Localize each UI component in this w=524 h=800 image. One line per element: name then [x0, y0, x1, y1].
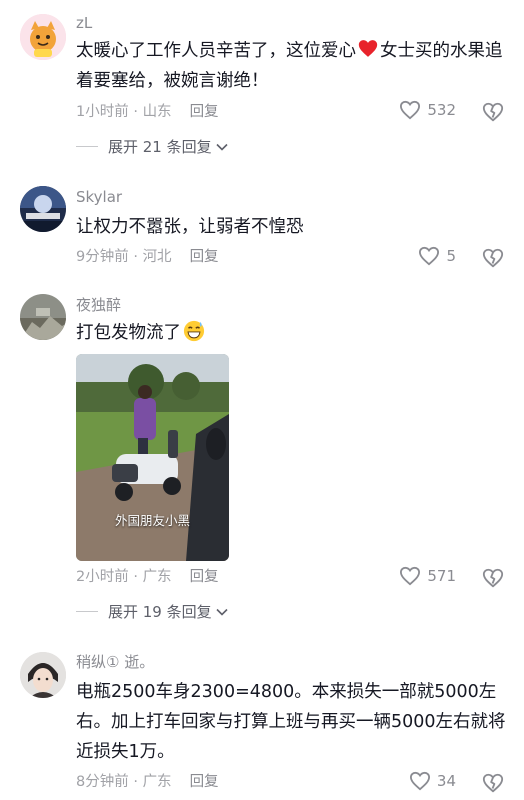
expand-replies-label: 展开 19 条回复 [108, 603, 212, 621]
comment-image[interactable]: 外国朋友小黑 [76, 354, 229, 561]
comment-meta: 9分钟前 · 河北 回复 [76, 249, 219, 265]
expand-replies-button[interactable]: 展开 19 条回复 [76, 601, 228, 622]
reply-button[interactable]: 回复 [190, 249, 219, 265]
comment-item: 稍纵① 逝。 电瓶2500车身2300=4800。本来损失一部就5000左右。加… [0, 640, 524, 800]
comment-username[interactable]: 夜独醉 [76, 296, 121, 314]
like-button[interactable]: 532 [399, 100, 456, 120]
comment-meta: 8分钟前 · 广东 回复 [76, 774, 219, 790]
comment-item: Skylar 让权力不嚣张，让弱者不惶恐 9分钟前 · 河北 回复 5 [0, 180, 524, 280]
expand-replies-label: 展开 21 条回复 [108, 138, 212, 156]
comment-text: 电瓶2500车身2300=4800。本来损失一部就5000左右。加上打车回家与打… [76, 682, 506, 762]
grinning-sweat-emoji [183, 320, 205, 351]
like-count: 34 [436, 772, 456, 790]
comment-text-part: 打包发物流了 [76, 323, 181, 343]
heart-outline-icon [400, 100, 421, 120]
chevron-down-icon [216, 608, 228, 616]
like-button[interactable]: 34 [409, 771, 456, 791]
comment-time: 2小时前 [76, 569, 129, 585]
like-count: 571 [427, 567, 456, 585]
avatar[interactable] [20, 294, 66, 340]
comment-item: zL 太暖心了工作人员辛苦了，这位爱心 女士买的水果追着要塞给，被婉言谢绝！ 1小… [0, 0, 524, 170]
broken-heart-icon[interactable] [482, 567, 504, 589]
comment-footer: 2小时前 · 广东 回复 571 展开 19 条回复 [0, 560, 524, 630]
heart-outline-icon [400, 566, 421, 586]
like-button[interactable]: 5 [418, 246, 456, 266]
avatar[interactable] [20, 186, 66, 232]
comment-time: 9分钟前 [76, 249, 129, 265]
image-caption: 外国朋友小黑 [114, 513, 190, 528]
expand-replies-button[interactable]: 展开 21 条回复 [76, 136, 228, 157]
comment-username[interactable]: Skylar [76, 188, 122, 206]
comment-location: 广东 [142, 569, 172, 585]
comment-time: 8分钟前 [76, 774, 129, 790]
comment-text-part: 太暖心了工作人员辛苦了，这位爱心 [76, 41, 356, 61]
heart-outline-icon [419, 246, 440, 266]
comment-meta: 1小时前 · 山东 回复 [76, 104, 219, 120]
like-count: 5 [446, 247, 456, 265]
chevron-down-icon [216, 143, 228, 151]
comment-location: 广东 [142, 774, 172, 790]
avatar[interactable] [20, 652, 66, 698]
comment-location: 山东 [142, 104, 172, 120]
comment-username[interactable]: zL [76, 14, 92, 32]
like-count: 532 [427, 101, 456, 119]
reply-button[interactable]: 回复 [190, 104, 219, 120]
red-heart-emoji [358, 39, 378, 67]
broken-heart-icon[interactable] [482, 101, 504, 123]
reply-button[interactable]: 回复 [190, 569, 219, 585]
comment-username[interactable]: 稍纵① 逝。 [76, 653, 154, 671]
comment-location: 河北 [142, 249, 172, 265]
broken-heart-icon[interactable] [482, 772, 504, 794]
avatar[interactable] [20, 14, 66, 60]
divider [76, 146, 98, 147]
broken-heart-icon[interactable] [482, 247, 504, 269]
reply-button[interactable]: 回复 [190, 774, 219, 790]
comment-text: 让权力不嚣张，让弱者不惶恐 [76, 217, 304, 237]
comment-time: 1小时前 [76, 104, 129, 120]
comment-text: 太暖心了工作人员辛苦了，这位爱心 女士买的水果追着要塞给，被婉言谢绝！ [76, 37, 506, 95]
comment-text: 打包发物流了 [76, 319, 506, 351]
comment-meta: 2小时前 · 广东 回复 [76, 569, 219, 585]
like-button[interactable]: 571 [399, 566, 456, 586]
heart-outline-icon [409, 771, 430, 791]
divider [76, 611, 98, 612]
